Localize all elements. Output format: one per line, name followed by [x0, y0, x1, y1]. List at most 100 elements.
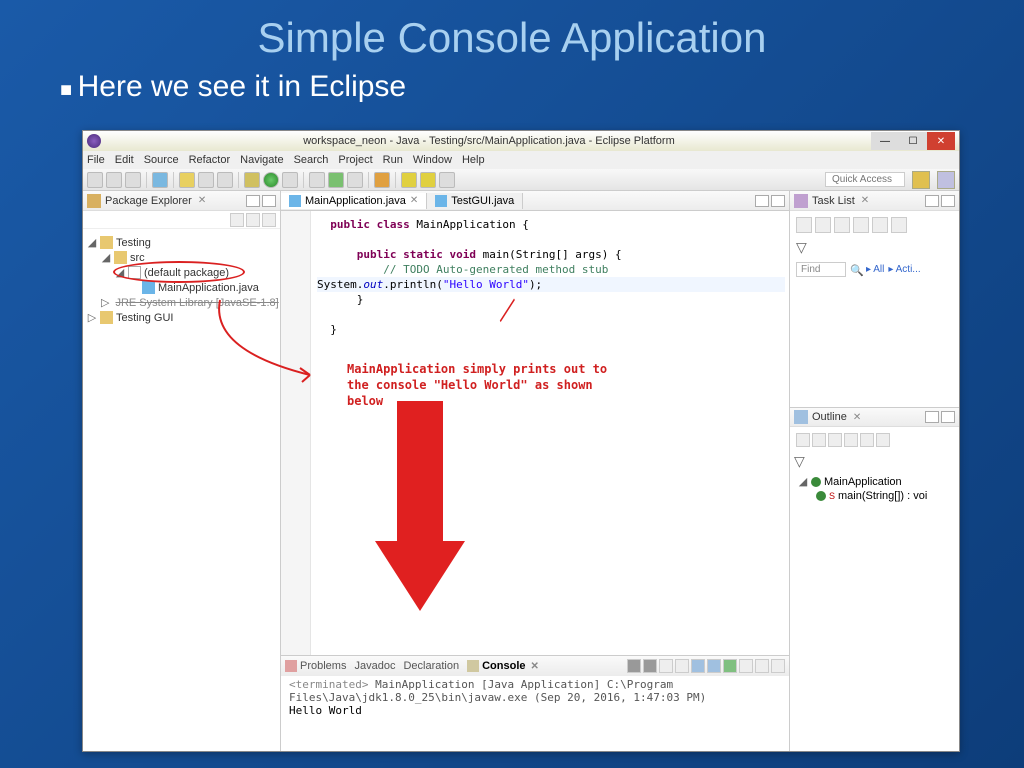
tree-main-app[interactable]: MainApplication.java [158, 282, 259, 294]
remove-all-icon[interactable] [643, 659, 657, 673]
hide-nonpublic-icon[interactable] [844, 433, 858, 447]
open-type-icon[interactable] [347, 172, 363, 188]
new-task-icon[interactable] [796, 217, 812, 233]
minimize-view-icon[interactable] [925, 411, 939, 423]
last-edit-icon[interactable] [439, 172, 455, 188]
tree-default-package[interactable]: (default package) [144, 267, 229, 279]
menu-help[interactable]: Help [462, 154, 485, 166]
close-tab-icon[interactable]: ✕ [861, 195, 869, 206]
hide-static-icon[interactable] [828, 433, 842, 447]
java-file-icon [435, 195, 447, 207]
quick-access-input[interactable] [825, 172, 905, 187]
close-button[interactable]: ✕ [927, 132, 955, 150]
build-icon[interactable] [217, 172, 233, 188]
search2-icon[interactable] [374, 172, 390, 188]
minimize-view-icon[interactable] [246, 195, 260, 207]
maximize-view-icon[interactable] [941, 195, 955, 207]
scroll-lock-icon[interactable] [675, 659, 689, 673]
display-console-icon[interactable] [707, 659, 721, 673]
outline-method[interactable]: main(String[]) : voi [838, 490, 927, 502]
console-body[interactable]: <terminated> MainApplication [Java Appli… [281, 676, 789, 719]
menu-refactor[interactable]: Refactor [189, 154, 231, 166]
titlebar[interactable]: workspace_neon - Java - Testing/src/Main… [83, 131, 959, 151]
nav-fwd-icon[interactable] [420, 172, 436, 188]
right-panel: Task List ✕ ▽ Find 🔍 ▸ All [789, 191, 959, 751]
schedule-icon[interactable] [834, 217, 850, 233]
debug-perspective-icon[interactable] [937, 171, 955, 189]
minimize-bottom-icon[interactable] [755, 659, 769, 673]
search-icon[interactable]: 🔍 [850, 264, 862, 276]
open-console-icon[interactable] [723, 659, 737, 673]
nav-back-icon[interactable] [401, 172, 417, 188]
tab-javadoc[interactable]: Javadoc [354, 660, 395, 672]
activate-link[interactable]: ▸ Acti... [888, 264, 920, 275]
eclipse-window: workspace_neon - Java - Testing/src/Main… [82, 130, 960, 752]
maximize-button[interactable]: ☐ [899, 132, 927, 150]
menu-window[interactable]: Window [413, 154, 452, 166]
search-icon[interactable] [152, 172, 168, 188]
minimize-view-icon[interactable] [925, 195, 939, 207]
close-tab-icon[interactable]: ✕ [853, 412, 861, 423]
hide-local-icon[interactable] [860, 433, 874, 447]
maximize-view-icon[interactable] [262, 195, 276, 207]
package-explorer-title: Package Explorer [105, 195, 192, 207]
close-tab-icon[interactable]: ✕ [198, 195, 206, 206]
project-tree[interactable]: ◢Testing ◢src ◢(default package) MainApp… [83, 229, 280, 331]
outline-icon [794, 410, 808, 424]
tab-console[interactable]: Console✕ [467, 660, 539, 672]
editor-tab-main[interactable]: MainApplication.java✕ [281, 193, 427, 209]
menu-file[interactable]: File [87, 154, 105, 166]
collapse-icon[interactable] [891, 217, 907, 233]
filter-icon[interactable] [872, 217, 888, 233]
menu-search[interactable]: Search [294, 154, 329, 166]
sort-icon[interactable] [796, 433, 810, 447]
outline-class[interactable]: MainApplication [824, 476, 902, 488]
hide-fields-icon[interactable] [812, 433, 826, 447]
tree-jre[interactable]: JRE System Library [JavaSE-1.8] [115, 297, 278, 309]
maximize-view-icon[interactable] [941, 411, 955, 423]
pin-console-icon[interactable] [691, 659, 705, 673]
close-tab-icon[interactable]: ✕ [410, 195, 418, 206]
folder-icon[interactable] [198, 172, 214, 188]
tree-testing[interactable]: Testing [116, 237, 151, 249]
new-icon[interactable] [87, 172, 103, 188]
categorize-icon[interactable] [815, 217, 831, 233]
maximize-editor-icon[interactable] [771, 195, 785, 207]
minimize-button[interactable]: — [871, 132, 899, 150]
debug-icon[interactable] [244, 172, 260, 188]
focus-outline-icon[interactable] [876, 433, 890, 447]
link-editor-icon[interactable] [246, 213, 260, 227]
menubar: File Edit Source Refactor Navigate Searc… [83, 151, 959, 169]
menu-run[interactable]: Run [383, 154, 403, 166]
wand-icon[interactable] [179, 172, 195, 188]
menu-navigate[interactable]: Navigate [240, 154, 283, 166]
window-title: workspace_neon - Java - Testing/src/Main… [107, 135, 871, 147]
tree-testing-gui[interactable]: Testing GUI [116, 312, 173, 324]
tab-declaration[interactable]: Declaration [403, 660, 459, 672]
save-all-icon[interactable] [125, 172, 141, 188]
save-icon[interactable] [106, 172, 122, 188]
find-input[interactable]: Find [796, 262, 846, 277]
code-editor[interactable]: public class MainApplication { public st… [281, 211, 789, 655]
new-class-icon[interactable] [328, 172, 344, 188]
menu-project[interactable]: Project [338, 154, 372, 166]
editor-tab-testgui[interactable]: TestGUI.java [427, 193, 523, 209]
minimize-editor-icon[interactable] [755, 195, 769, 207]
new-package-icon[interactable] [309, 172, 325, 188]
tree-src[interactable]: src [130, 252, 145, 264]
coverage-icon[interactable] [282, 172, 298, 188]
menu-edit[interactable]: Edit [115, 154, 134, 166]
focus-icon[interactable] [853, 217, 869, 233]
menu-source[interactable]: Source [144, 154, 179, 166]
task-list-icon [794, 194, 808, 208]
clear-console-icon[interactable] [659, 659, 673, 673]
remove-launch-icon[interactable] [627, 659, 641, 673]
tab-problems[interactable]: Problems [285, 660, 346, 672]
collapse-all-icon[interactable] [230, 213, 244, 227]
java-perspective-icon[interactable] [912, 171, 930, 189]
new-console-icon[interactable] [739, 659, 753, 673]
all-link[interactable]: ▸ All [866, 264, 884, 275]
maximize-bottom-icon[interactable] [771, 659, 785, 673]
run-icon[interactable] [263, 172, 279, 188]
view-menu-icon[interactable] [262, 213, 276, 227]
